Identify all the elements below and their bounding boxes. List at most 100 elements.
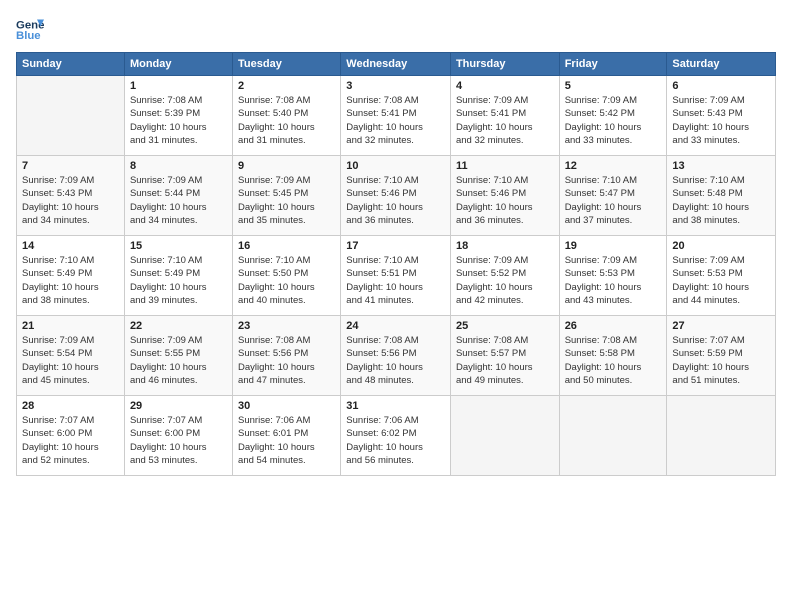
day-number: 3 [346,80,445,92]
day-number: 4 [456,80,554,92]
day-info: Sunrise: 7:07 AM Sunset: 6:00 PM Dayligh… [130,414,227,467]
calendar-cell: 28Sunrise: 7:07 AM Sunset: 6:00 PM Dayli… [17,396,125,476]
calendar-cell: 16 Sunrise: 7:10 AM Sunset: 5:50 PM Dayli… [233,236,341,316]
day-info: Sunrise: 7:07 AM Sunset: 6:00 PM Dayligh… [22,414,119,467]
calendar-cell: 15 Sunrise: 7:10 AM Sunset: 5:49 PM Dayli… [124,236,232,316]
day-info: Sunrise: 7:06 AM Sunset: 6:02 PM Dayligh… [346,414,445,467]
day-number: 26 [565,320,662,332]
day-number: 16 [238,240,335,252]
day-number: 7 [22,160,119,172]
header-sunday: Sunday [17,53,125,76]
day-number: 23 [238,320,335,332]
day-number: 17 [346,240,445,252]
calendar-cell: 7 Sunrise: 7:09 AM Sunset: 5:43 PM Daylig… [17,156,125,236]
day-number: 30 [238,400,335,412]
day-number: 20 [672,240,770,252]
calendar-cell: 17 Sunrise: 7:10 AM Sunset: 5:51 PM Dayli… [341,236,451,316]
calendar-cell: 31 Sunrise: 7:06 AM Sunset: 6:02 PM Dayli… [341,396,451,476]
day-number: 12 [565,160,662,172]
calendar-cell: 12 Sunrise: 7:10 AM Sunset: 5:47 PM Dayli… [559,156,667,236]
calendar-cell: 20 Sunrise: 7:09 AM Sunset: 5:53 PM Dayli… [667,236,776,316]
day-number: 8 [130,160,227,172]
header-tuesday: Tuesday [233,53,341,76]
calendar-cell: 24 Sunrise: 7:08 AM Sunset: 5:56 PM Dayli… [341,316,451,396]
day-info: Sunrise: 7:09 AM Sunset: 5:53 PM Dayligh… [672,254,770,307]
day-info: Sunrise: 7:09 AM Sunset: 5:55 PM Dayligh… [130,334,227,387]
day-number: 31 [346,400,445,412]
day-info: Sunrise: 7:10 AM Sunset: 5:48 PM Dayligh… [672,174,770,227]
calendar-week-4: 21 Sunrise: 7:09 AM Sunset: 5:54 PM Dayli… [17,316,776,396]
calendar-cell: 3 Sunrise: 7:08 AM Sunset: 5:41 PM Daylig… [341,76,451,156]
day-info: Sunrise: 7:06 AM Sunset: 6:01 PM Dayligh… [238,414,335,467]
day-number: 14 [22,240,119,252]
calendar-cell: 10Sunrise: 7:10 AM Sunset: 5:46 PM Dayli… [341,156,451,236]
svg-text:Blue: Blue [16,30,41,42]
calendar-cell: 8 Sunrise: 7:09 AM Sunset: 5:44 PM Daylig… [124,156,232,236]
calendar-cell: 5 Sunrise: 7:09 AM Sunset: 5:42 PM Daylig… [559,76,667,156]
day-number: 9 [238,160,335,172]
day-info: Sunrise: 7:09 AM Sunset: 5:43 PM Dayligh… [22,174,119,227]
day-number: 24 [346,320,445,332]
calendar-cell: 1 Sunrise: 7:08 AM Sunset: 5:39 PM Daylig… [124,76,232,156]
day-number: 15 [130,240,227,252]
logo-icon: General Blue [16,16,44,44]
day-number: 6 [672,80,770,92]
day-number: 1 [130,80,227,92]
day-info: Sunrise: 7:08 AM Sunset: 5:40 PM Dayligh… [238,94,335,147]
calendar-week-5: 28Sunrise: 7:07 AM Sunset: 6:00 PM Dayli… [17,396,776,476]
calendar-cell: 27 Sunrise: 7:07 AM Sunset: 5:59 PM Dayli… [667,316,776,396]
day-number: 21 [22,320,119,332]
day-info: Sunrise: 7:08 AM Sunset: 5:56 PM Dayligh… [238,334,335,387]
day-number: 19 [565,240,662,252]
calendar-cell: 18Sunrise: 7:09 AM Sunset: 5:52 PM Dayli… [450,236,559,316]
header-saturday: Saturday [667,53,776,76]
day-info: Sunrise: 7:09 AM Sunset: 5:54 PM Dayligh… [22,334,119,387]
header-monday: Monday [124,53,232,76]
header-thursday: Thursday [450,53,559,76]
calendar-cell [559,396,667,476]
day-info: Sunrise: 7:09 AM Sunset: 5:53 PM Dayligh… [565,254,662,307]
day-number: 25 [456,320,554,332]
calendar-cell: 22 Sunrise: 7:09 AM Sunset: 5:55 PM Dayli… [124,316,232,396]
day-info: Sunrise: 7:09 AM Sunset: 5:41 PM Dayligh… [456,94,554,147]
calendar-table: SundayMondayTuesdayWednesdayThursdayFrid… [16,52,776,476]
calendar-week-1: 1 Sunrise: 7:08 AM Sunset: 5:39 PM Daylig… [17,76,776,156]
calendar-week-3: 14 Sunrise: 7:10 AM Sunset: 5:49 PM Dayli… [17,236,776,316]
day-info: Sunrise: 7:10 AM Sunset: 5:50 PM Dayligh… [238,254,335,307]
day-info: Sunrise: 7:10 AM Sunset: 5:49 PM Dayligh… [130,254,227,307]
calendar-cell [17,76,125,156]
header-wednesday: Wednesday [341,53,451,76]
calendar-cell: 26Sunrise: 7:08 AM Sunset: 5:58 PM Dayli… [559,316,667,396]
day-number: 22 [130,320,227,332]
day-info: Sunrise: 7:08 AM Sunset: 5:57 PM Dayligh… [456,334,554,387]
calendar-cell: 14 Sunrise: 7:10 AM Sunset: 5:49 PM Dayli… [17,236,125,316]
day-number: 18 [456,240,554,252]
calendar-cell: 13 Sunrise: 7:10 AM Sunset: 5:48 PM Dayli… [667,156,776,236]
day-number: 11 [456,160,554,172]
calendar-cell: 2 Sunrise: 7:08 AM Sunset: 5:40 PM Daylig… [233,76,341,156]
calendar-cell: 11Sunrise: 7:10 AM Sunset: 5:46 PM Dayli… [450,156,559,236]
day-info: Sunrise: 7:09 AM Sunset: 5:42 PM Dayligh… [565,94,662,147]
calendar-cell: 4 Sunrise: 7:09 AM Sunset: 5:41 PM Daylig… [450,76,559,156]
day-number: 5 [565,80,662,92]
day-info: Sunrise: 7:10 AM Sunset: 5:47 PM Dayligh… [565,174,662,227]
calendar-cell: 25 Sunrise: 7:08 AM Sunset: 5:57 PM Dayli… [450,316,559,396]
calendar-cell: 9 Sunrise: 7:09 AM Sunset: 5:45 PM Daylig… [233,156,341,236]
day-number: 27 [672,320,770,332]
day-number: 2 [238,80,335,92]
day-info: Sunrise: 7:09 AM Sunset: 5:45 PM Dayligh… [238,174,335,227]
calendar-cell [667,396,776,476]
calendar-page: General Blue SundayMondayTuesdayWednesda… [0,0,792,612]
day-info: Sunrise: 7:10 AM Sunset: 5:51 PM Dayligh… [346,254,445,307]
calendar-header-row: SundayMondayTuesdayWednesdayThursdayFrid… [17,53,776,76]
day-info: Sunrise: 7:08 AM Sunset: 5:39 PM Dayligh… [130,94,227,147]
day-number: 13 [672,160,770,172]
calendar-cell: 6Sunrise: 7:09 AM Sunset: 5:43 PM Daylig… [667,76,776,156]
calendar-cell: 19 Sunrise: 7:09 AM Sunset: 5:53 PM Dayli… [559,236,667,316]
day-info: Sunrise: 7:07 AM Sunset: 5:59 PM Dayligh… [672,334,770,387]
day-info: Sunrise: 7:08 AM Sunset: 5:56 PM Dayligh… [346,334,445,387]
day-info: Sunrise: 7:09 AM Sunset: 5:44 PM Dayligh… [130,174,227,227]
day-info: Sunrise: 7:08 AM Sunset: 5:41 PM Dayligh… [346,94,445,147]
day-info: Sunrise: 7:10 AM Sunset: 5:49 PM Dayligh… [22,254,119,307]
calendar-cell: 29Sunrise: 7:07 AM Sunset: 6:00 PM Dayli… [124,396,232,476]
